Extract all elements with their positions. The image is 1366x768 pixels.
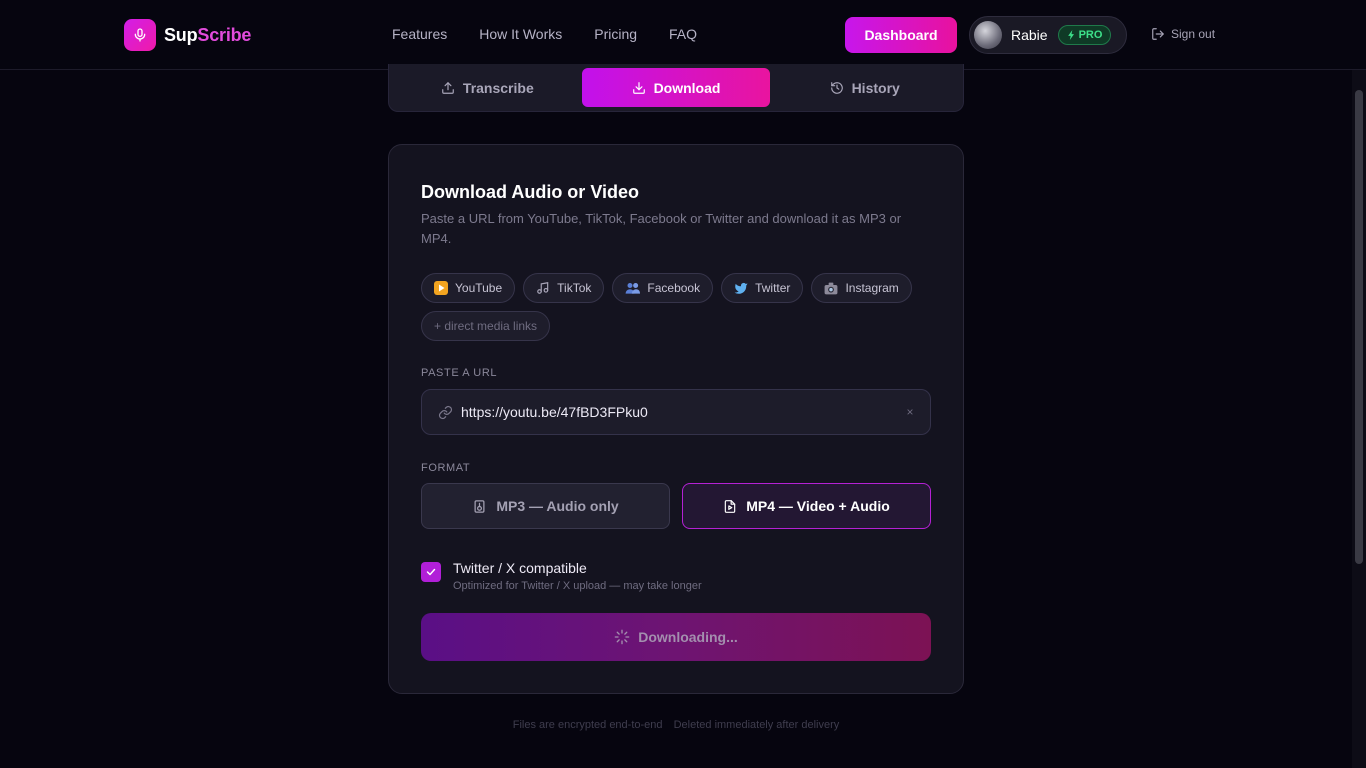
plan-badge-label: PRO (1078, 29, 1103, 41)
format-mp4-label: MP4 — Video + Audio (746, 498, 890, 514)
music-note-icon (537, 282, 549, 294)
bird-icon (734, 282, 748, 294)
chip-tiktok[interactable]: TikTok (523, 273, 605, 303)
url-section-label: PASTE A URL (421, 367, 498, 379)
top-navbar: SupScribe Features How It Works Pricing … (0, 0, 1366, 70)
signout-link[interactable]: Sign out (1151, 27, 1215, 41)
tab-history[interactable]: History (770, 68, 959, 107)
user-name: Rabie (1011, 27, 1048, 43)
nav-faq[interactable]: FAQ (669, 26, 697, 42)
brand-name: SupScribe (164, 24, 252, 45)
format-mp4-button[interactable]: MP4 — Video + Audio (682, 483, 931, 529)
twitter-compat-title: Twitter / X compatible (453, 560, 587, 576)
chip-twitter-label: Twitter (755, 281, 791, 295)
plan-badge: PRO (1057, 25, 1112, 45)
nav-pricing[interactable]: Pricing (594, 26, 637, 42)
download-submit-button[interactable]: Downloading... (421, 613, 931, 661)
download-icon (632, 81, 645, 94)
checkmark-icon (426, 568, 436, 576)
chip-facebook[interactable]: Facebook (612, 273, 714, 303)
chip-direct-links[interactable]: + direct media links (421, 311, 551, 341)
tab-history-label: History (851, 79, 900, 96)
download-card: Download Audio or Video Paste a URL from… (388, 144, 964, 694)
video-file-icon (724, 499, 736, 513)
tab-transcribe[interactable]: Transcribe (393, 68, 582, 107)
microphone-icon (124, 19, 156, 51)
card-subtitle: Paste a URL from YouTube, TikTok, Facebo… (421, 211, 902, 246)
footer-deleted: Deleted immediately after delivery (673, 719, 840, 731)
chip-tiktok-label: TikTok (557, 281, 592, 295)
headphones-icon (474, 499, 485, 513)
chip-twitter[interactable]: Twitter (721, 273, 804, 303)
format-section-label: FORMAT (421, 462, 471, 474)
avatar (974, 21, 1002, 49)
twitter-compat-description: Optimized for Twitter / X upload — may t… (453, 580, 702, 592)
user-menu[interactable]: Rabie PRO (969, 16, 1127, 54)
twitter-compat-checkbox[interactable] (421, 562, 441, 582)
tab-download[interactable]: Download (581, 68, 771, 107)
upload-icon (442, 81, 454, 94)
brand-logo[interactable]: SupScribe (124, 19, 251, 51)
format-mp3-label: MP3 — Audio only (496, 498, 619, 514)
scrollbar-thumb[interactable] (1355, 90, 1363, 564)
play-icon (434, 281, 448, 295)
logout-icon (1152, 28, 1164, 40)
tab-transcribe-label: Transcribe (462, 79, 534, 96)
mode-tabs: Transcribe Download History (388, 64, 964, 112)
signout-label: Sign out (1171, 27, 1216, 41)
tab-download-label: Download (653, 79, 721, 96)
camera-icon (825, 282, 838, 294)
platform-chips: YouTube TikTok Facebook Twitter Instagra… (421, 273, 941, 341)
chip-youtube[interactable]: YouTube (421, 273, 516, 303)
bolt-icon (1067, 30, 1074, 40)
footer-note: Files are encrypted end-to-end Deleted i… (388, 719, 964, 731)
nav-features[interactable]: Features (392, 26, 447, 42)
url-field: × (421, 389, 931, 435)
url-input[interactable] (461, 392, 890, 432)
chip-instagram-label: Instagram (845, 281, 899, 295)
chip-facebook-label: Facebook (647, 281, 701, 295)
people-icon (626, 283, 641, 294)
nav-how-it-works[interactable]: How It Works (479, 26, 562, 42)
chip-youtube-label: YouTube (455, 281, 503, 295)
chip-instagram[interactable]: Instagram (811, 273, 912, 303)
format-mp3-button[interactable]: MP3 — Audio only (421, 483, 670, 529)
history-icon (830, 81, 843, 94)
card-title: Download Audio or Video (421, 182, 639, 202)
main-nav: Features How It Works Pricing FAQ (392, 26, 729, 42)
link-icon (438, 405, 453, 419)
spinner-icon (614, 629, 630, 645)
twitter-compat-option: Twitter / X compatible Optimized for Twi… (421, 560, 702, 592)
dashboard-button[interactable]: Dashboard (845, 17, 957, 53)
format-selector: MP3 — Audio only MP4 — Video + Audio (421, 483, 931, 529)
clear-url-button[interactable]: × (890, 405, 930, 419)
footer-encrypted: Files are encrypted end-to-end (512, 719, 663, 731)
download-submit-label: Downloading... (638, 629, 738, 645)
